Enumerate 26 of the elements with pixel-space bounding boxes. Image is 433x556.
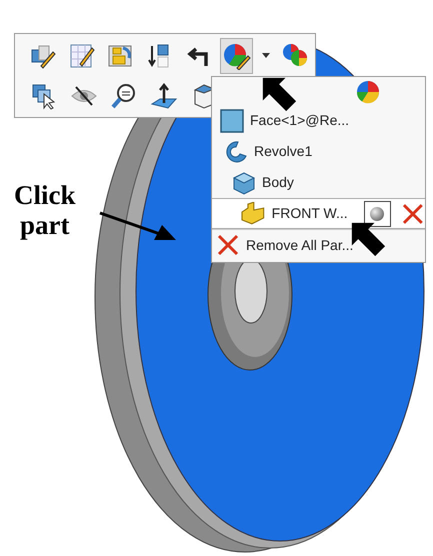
menu-item-label: Revolve1: [254, 142, 312, 161]
revolve-icon: [224, 140, 248, 164]
color-ball-pencil-icon: [222, 42, 251, 70]
menu-item[interactable]: FRONT W...: [212, 198, 425, 229]
caret-icon: [262, 53, 270, 59]
cube-icon: [232, 170, 256, 194]
menu-item-label: Remove All Par...: [246, 236, 354, 254]
cursor-squares-icon: [30, 82, 58, 110]
part-icon: [240, 202, 266, 226]
color-ball-icon: [356, 80, 380, 104]
remove-icon[interactable]: [401, 202, 425, 226]
menu-item[interactable]: Body: [212, 167, 425, 198]
square-face-icon: [220, 108, 244, 132]
menu-item-label: Face<1>@Re...: [250, 111, 350, 130]
callout-label: Click: [14, 180, 76, 210]
menu-item[interactable]: Revolve1: [212, 136, 425, 167]
callout-label: part: [20, 210, 70, 240]
toolbar-button[interactable]: [220, 38, 253, 74]
menu-item[interactable]: Face<1>@Re...: [212, 105, 425, 136]
grid-pencil-icon: [68, 42, 96, 70]
color-swatch[interactable]: [364, 200, 392, 226]
plane-arrow-icon: [150, 82, 178, 110]
menu-item-label: FRONT W...: [272, 204, 348, 223]
zoom-icon: [110, 82, 138, 110]
remove-icon: [216, 233, 240, 257]
menu-item-label: Body: [262, 173, 294, 192]
